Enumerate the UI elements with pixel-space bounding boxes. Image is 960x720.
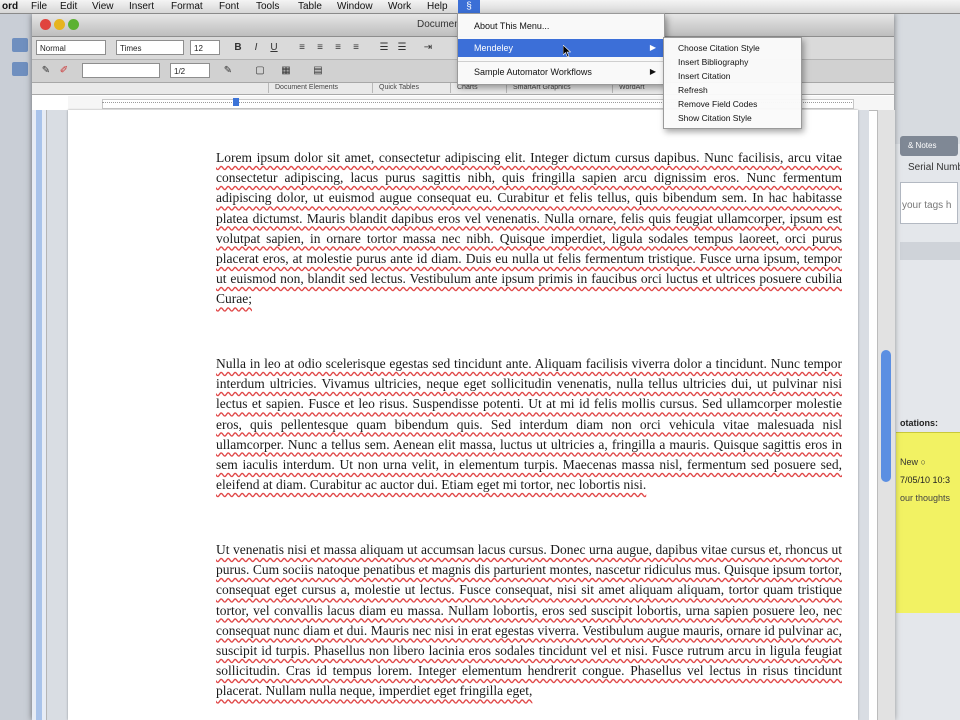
shading-icon[interactable]: ▦	[278, 63, 294, 78]
submenu-arrow-icon: ▶	[649, 67, 656, 76]
align-left-icon[interactable]: ≡	[294, 40, 310, 55]
vertical-scrollbar[interactable]	[877, 110, 895, 720]
bold-button[interactable]: B	[230, 40, 246, 55]
app-toolbar-icon	[12, 38, 28, 52]
table-icon[interactable]: ▤	[310, 63, 326, 78]
document-canvas: Lorem ipsum dolor sit amet, consectetur …	[47, 110, 869, 720]
menu-help[interactable]: Help	[427, 1, 448, 12]
document-page[interactable]: Lorem ipsum dolor sit amet, consectetur …	[68, 110, 858, 720]
close-button[interactable]	[40, 19, 51, 30]
tab-document-elements[interactable]: Document Elements	[268, 83, 373, 93]
background-app-strip	[0, 14, 32, 720]
script-icon[interactable]: §	[458, 0, 480, 13]
body-paragraph-3[interactable]: Ut venenatis nisi et massa aliquam ut ac…	[216, 540, 842, 702]
menu-item-automator[interactable]: Sample Automator Workflows ▶	[458, 63, 664, 81]
menu-app-name[interactable]: ord	[2, 1, 18, 12]
pen-icon[interactable]: ✎	[38, 63, 54, 78]
font-size-combo[interactable]: 12	[190, 40, 220, 55]
mendeley-details-panel: & Notes Serial Number your tags h otatio…	[893, 14, 960, 720]
menu-tools[interactable]: Tools	[256, 1, 279, 12]
line-style-combo[interactable]	[82, 63, 160, 78]
menu-font[interactable]: Font	[219, 1, 239, 12]
notes-toolbar[interactable]	[900, 242, 960, 260]
border-icon[interactable]: ▢	[252, 63, 268, 78]
note-new-label: New ○	[900, 457, 926, 467]
submenu-choose-citation-style[interactable]: Choose Citation Style	[664, 41, 801, 55]
serial-number-label: Serial Number	[908, 162, 960, 173]
line-weight-combo[interactable]: 1/2	[170, 63, 210, 78]
mouse-cursor-icon	[563, 45, 571, 57]
menu-insert[interactable]: Insert	[129, 1, 154, 12]
submenu-refresh[interactable]: Refresh	[664, 83, 801, 97]
app-toolbar-icon	[12, 62, 28, 76]
menu-window[interactable]: Window	[337, 1, 373, 12]
tab-quick-tables[interactable]: Quick Tables	[372, 83, 451, 93]
style-combo[interactable]: Normal	[36, 40, 106, 55]
menu-format[interactable]: Format	[171, 1, 203, 12]
body-paragraph-2[interactable]: Nulla in leo at odio scelerisque egestas…	[216, 354, 842, 495]
panel-header-area	[894, 14, 960, 144]
indent-icon[interactable]: ⇥	[420, 40, 436, 55]
vertical-ruler[interactable]	[32, 110, 47, 720]
menu-bar: ord File Edit View Insert Format Font To…	[0, 0, 960, 14]
submenu-show-citation-style[interactable]: Show Citation Style	[664, 111, 801, 125]
font-combo[interactable]: Times	[116, 40, 184, 55]
scripts-menu-dropdown: About This Menu... Mendeley ▶ Sample Auto…	[457, 13, 665, 85]
menu-item-about[interactable]: About This Menu...	[458, 17, 664, 35]
annotations-label: otations:	[900, 418, 938, 428]
numbering-icon[interactable]: ☰	[376, 40, 392, 55]
menu-separator	[458, 61, 664, 62]
note-text[interactable]: our thoughts	[900, 493, 950, 503]
submenu-insert-bibliography[interactable]: Insert Bibliography	[664, 55, 801, 69]
submenu-arrow-icon: ▶	[649, 43, 656, 52]
indent-marker[interactable]	[233, 98, 239, 106]
zoom-button[interactable]	[68, 19, 79, 30]
italic-button[interactable]: I	[248, 40, 264, 55]
menu-view[interactable]: View	[92, 1, 114, 12]
line-color-icon[interactable]: ✎	[220, 63, 236, 78]
menu-item-mendeley[interactable]: Mendeley ▶	[458, 39, 664, 57]
scrollbar-thumb[interactable]	[881, 350, 891, 482]
submenu-insert-citation[interactable]: Insert Citation	[664, 69, 801, 83]
sticky-note[interactable]: New ○ 7/05/10 10:3 our thoughts	[896, 432, 960, 613]
eraser-icon[interactable]: ✐	[56, 63, 72, 78]
document-title: Documen	[417, 19, 460, 30]
body-paragraph-1[interactable]: Lorem ipsum dolor sit amet, consectetur …	[216, 148, 842, 310]
align-center-icon[interactable]: ≡	[312, 40, 328, 55]
menu-file[interactable]: File	[31, 1, 47, 12]
justify-icon[interactable]: ≡	[348, 40, 364, 55]
underline-button[interactable]: U	[266, 40, 282, 55]
tags-placeholder: your tags h	[902, 200, 952, 211]
minimize-button[interactable]	[54, 19, 65, 30]
align-right-icon[interactable]: ≡	[330, 40, 346, 55]
bullets-icon[interactable]: ☰	[394, 40, 410, 55]
note-date: 7/05/10 10:3	[900, 475, 951, 485]
menu-edit[interactable]: Edit	[60, 1, 77, 12]
submenu-remove-field-codes[interactable]: Remove Field Codes	[664, 97, 801, 111]
mendeley-submenu: Choose Citation Style Insert Bibliograph…	[663, 37, 802, 129]
notes-tab[interactable]: & Notes	[900, 136, 958, 156]
menu-work[interactable]: Work	[388, 1, 411, 12]
menu-table[interactable]: Table	[298, 1, 322, 12]
vertical-ruler-margin	[36, 110, 42, 720]
